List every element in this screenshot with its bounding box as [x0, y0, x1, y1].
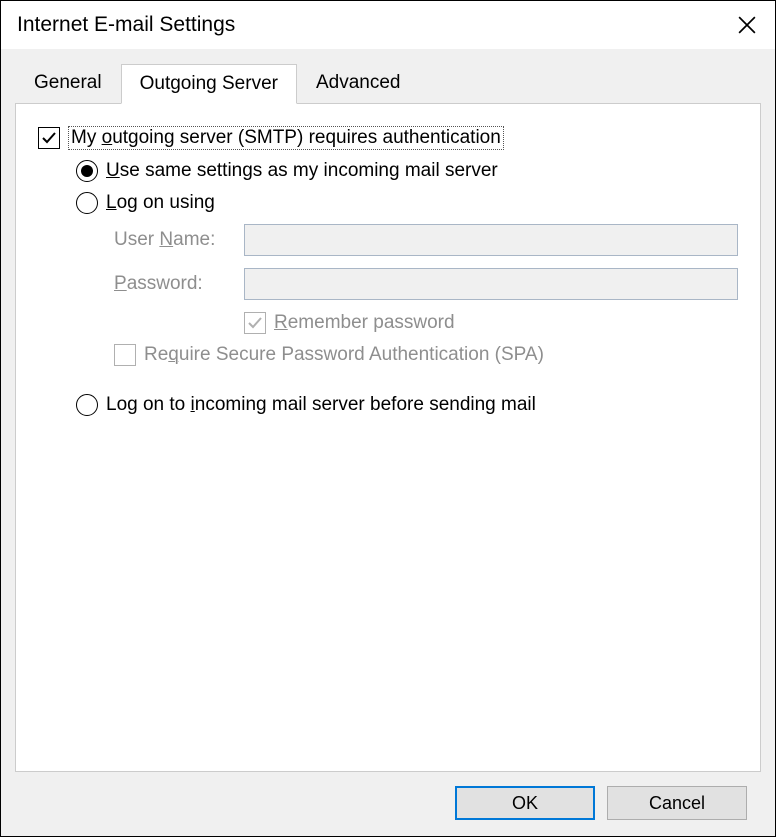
- tab-general[interactable]: General: [15, 63, 121, 103]
- same-settings-row: Use same settings as my incoming mail se…: [76, 160, 738, 182]
- incoming-before-send-radio[interactable]: [76, 394, 98, 416]
- smtp-auth-label[interactable]: My outgoing server (SMTP) requires authe…: [68, 126, 504, 150]
- tab-strip: General Outgoing Server Advanced: [15, 63, 761, 103]
- tab-outgoing-server[interactable]: Outgoing Server: [121, 64, 297, 104]
- email-settings-dialog: Internet E-mail Settings General Outgoin…: [0, 0, 776, 837]
- same-settings-radio[interactable]: [76, 160, 98, 182]
- spa-row: Require Secure Password Authentication (…: [114, 344, 738, 366]
- username-label: User Name:: [114, 229, 244, 251]
- tab-advanced[interactable]: Advanced: [297, 63, 420, 103]
- check-icon: [247, 315, 263, 331]
- remember-password-checkbox[interactable]: [244, 312, 266, 334]
- incoming-before-send-row: Log on to incoming mail server before se…: [76, 394, 738, 416]
- close-button[interactable]: [731, 9, 763, 41]
- same-settings-label[interactable]: Use same settings as my incoming mail se…: [106, 160, 498, 182]
- ok-button[interactable]: OK: [455, 786, 595, 820]
- password-input[interactable]: [244, 268, 738, 300]
- password-label: Password:: [114, 273, 244, 295]
- spa-label[interactable]: Require Secure Password Authentication (…: [144, 344, 544, 366]
- radio-dot-icon: [81, 165, 93, 177]
- logon-using-radio[interactable]: [76, 192, 98, 214]
- content-area: General Outgoing Server Advanced My outg…: [1, 49, 775, 836]
- close-icon: [738, 16, 756, 34]
- incoming-before-send-label[interactable]: Log on to incoming mail server before se…: [106, 394, 536, 416]
- password-row: Password:: [114, 268, 738, 300]
- titlebar: Internet E-mail Settings: [1, 1, 775, 49]
- smtp-auth-checkbox[interactable]: [38, 127, 60, 149]
- logon-using-label[interactable]: Log on using: [106, 192, 215, 214]
- check-icon: [41, 130, 57, 146]
- cancel-button[interactable]: Cancel: [607, 786, 747, 820]
- remember-password-label[interactable]: Remember password: [274, 312, 455, 334]
- tab-panel-outgoing: My outgoing server (SMTP) requires authe…: [15, 103, 761, 772]
- button-bar: OK Cancel: [15, 772, 761, 836]
- spa-checkbox[interactable]: [114, 344, 136, 366]
- smtp-auth-row: My outgoing server (SMTP) requires authe…: [38, 126, 738, 150]
- logon-using-row: Log on using: [76, 192, 738, 214]
- remember-password-row: Remember password: [244, 312, 738, 334]
- username-input[interactable]: [244, 224, 738, 256]
- dialog-title: Internet E-mail Settings: [17, 13, 235, 37]
- username-row: User Name:: [114, 224, 738, 256]
